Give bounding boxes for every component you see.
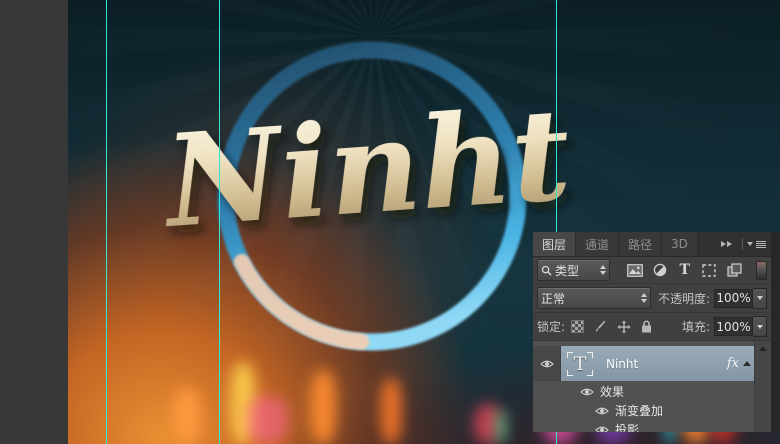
collapse-panel-icon[interactable] xyxy=(721,232,732,256)
eye-icon[interactable] xyxy=(595,425,609,433)
filter-type-layers-button[interactable]: T xyxy=(674,261,696,279)
vertical-guide[interactable] xyxy=(106,0,107,444)
tab-paths-label: 路径 xyxy=(628,236,652,253)
vertical-guide[interactable] xyxy=(219,0,220,444)
scrollbar[interactable] xyxy=(754,341,771,432)
layer-visibility-cell[interactable] xyxy=(533,346,561,381)
effect-gradient-overlay-label: 渐变叠加 xyxy=(615,402,663,419)
filter-type-dropdown[interactable]: 类型 xyxy=(537,259,610,281)
effect-drop-shadow-row[interactable]: 投影 xyxy=(533,420,771,432)
fill-label: 填充: xyxy=(682,318,710,335)
filter-toggle-icon[interactable] xyxy=(756,261,767,280)
opacity-value-field[interactable]: 100% xyxy=(714,289,753,308)
type-layer-thumbnail[interactable]: T xyxy=(567,352,593,376)
shape-layer-icon xyxy=(702,264,716,277)
filter-smart-object-button[interactable] xyxy=(723,261,745,279)
tab-channels[interactable]: 通道 xyxy=(576,232,619,256)
adjustment-layer-icon xyxy=(653,263,667,277)
blend-mode-dropdown[interactable]: 正常 xyxy=(537,287,651,309)
lock-row: 锁定: 填充: 100% xyxy=(533,313,771,341)
filter-adjustment-layers-button[interactable] xyxy=(649,261,671,279)
fill-dropdown-button[interactable] xyxy=(753,316,767,337)
pasteboard xyxy=(0,0,68,444)
tab-layers-label: 图层 xyxy=(542,236,566,253)
lock-paint-brush-icon[interactable] xyxy=(594,320,607,333)
layer-filter-row: 类型 T xyxy=(533,257,771,284)
tab-channels-label: 通道 xyxy=(585,236,609,253)
blend-mode-value: 正常 xyxy=(541,290,565,307)
eye-icon[interactable] xyxy=(540,359,554,369)
layer-row-ninht[interactable]: T Ninht fx xyxy=(533,346,755,381)
search-icon xyxy=(541,265,552,276)
effects-header-row[interactable]: 效果 xyxy=(533,382,771,401)
effect-gradient-overlay-row[interactable]: 渐变叠加 xyxy=(533,401,771,420)
filter-pixel-layers-button[interactable] xyxy=(624,261,646,279)
spinner-arrows-icon xyxy=(637,293,647,303)
lock-label: 锁定: xyxy=(537,318,565,335)
opacity-label: 不透明度: xyxy=(658,290,710,307)
smart-object-icon xyxy=(727,263,742,277)
photoshop-workspace: Ninht 图层 通道 路径 3D 类 xyxy=(0,0,780,444)
lock-transparency-icon[interactable] xyxy=(571,320,584,333)
blend-mode-row: 正常 不透明度: 100% xyxy=(533,284,771,313)
type-layer-icon: T xyxy=(679,263,689,277)
scroll-up-icon[interactable] xyxy=(759,346,767,351)
opacity-dropdown-button[interactable] xyxy=(753,288,767,309)
lock-all-icon[interactable] xyxy=(641,320,652,333)
effect-drop-shadow-label: 投影 xyxy=(615,421,639,432)
tab-paths[interactable]: 路径 xyxy=(619,232,662,256)
panel-menu-icon[interactable] xyxy=(747,232,766,256)
selected-layer[interactable]: T Ninht fx xyxy=(561,346,755,381)
divider xyxy=(742,238,743,250)
lock-position-move-icon[interactable] xyxy=(617,320,631,334)
pixel-layer-icon xyxy=(627,264,643,277)
tab-3d-label: 3D xyxy=(671,237,688,251)
effects-header-label: 效果 xyxy=(600,383,624,400)
spinner-arrows-icon xyxy=(596,265,606,275)
layers-panel: 图层 通道 路径 3D 类型 xyxy=(533,232,780,432)
eye-icon[interactable] xyxy=(595,406,609,416)
layers-list: T Ninht fx 效果 渐变叠加 xyxy=(533,341,771,432)
thumbnail-t-glyph: T xyxy=(574,353,587,375)
filter-type-label: 类型 xyxy=(555,262,579,279)
filter-shape-layers-button[interactable] xyxy=(699,261,721,279)
tab-layers[interactable]: 图层 xyxy=(533,232,576,256)
fx-badge[interactable]: fx xyxy=(727,356,739,371)
fill-value-field[interactable]: 100% xyxy=(714,317,753,336)
tab-3d[interactable]: 3D xyxy=(662,232,698,256)
panel-tab-bar: 图层 通道 路径 3D xyxy=(533,232,771,257)
layer-name[interactable]: Ninht xyxy=(606,357,638,371)
collapse-effects-icon[interactable] xyxy=(743,361,751,366)
eye-icon[interactable] xyxy=(580,387,594,397)
